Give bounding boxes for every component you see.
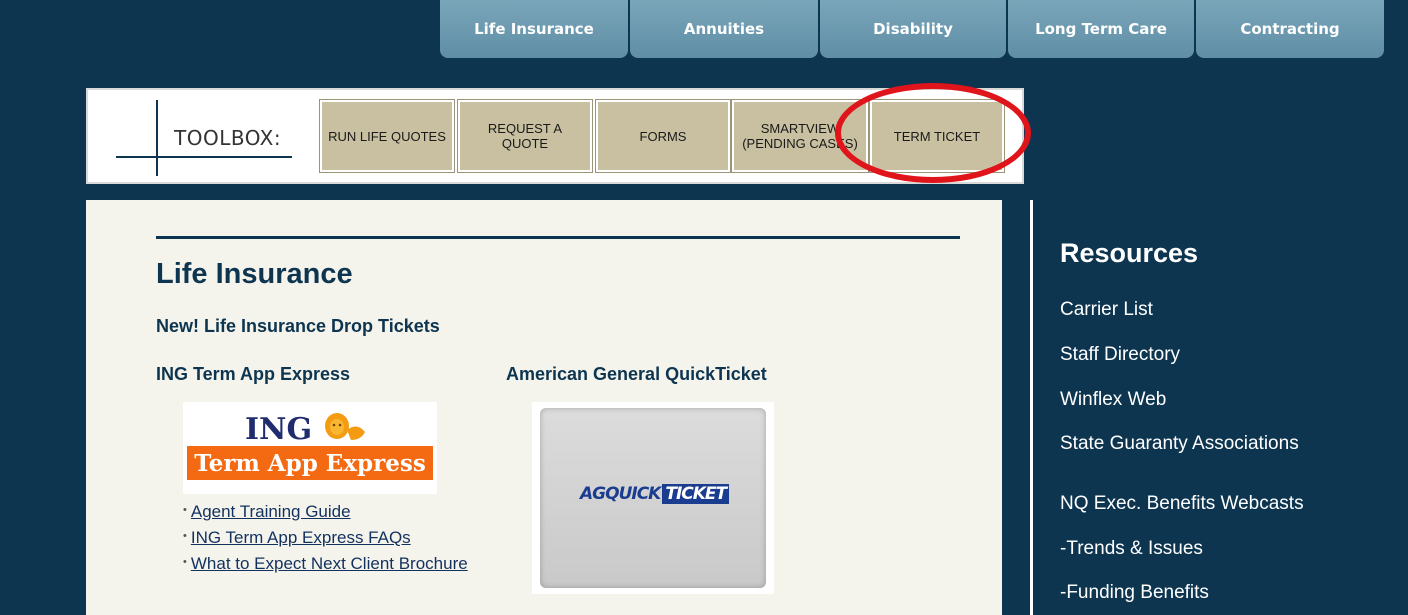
list-item: • What to Expect Next Client Brochure	[183, 550, 473, 576]
resource-winflex-web[interactable]: Winflex Web	[1060, 389, 1166, 411]
tab-disability[interactable]: Disability	[820, 0, 1006, 58]
list-item: • Agent Training Guide	[183, 498, 473, 524]
ag-quickticket-logo[interactable]: AGQUICK TICKET	[532, 402, 774, 594]
term-ticket-button[interactable]: TERM TICKET	[869, 99, 1005, 173]
client-brochure-link[interactable]: What to Expect Next Client Brochure	[191, 554, 468, 573]
bullet-icon: •	[183, 556, 187, 568]
ag-logo-quick: QUICK	[605, 484, 661, 504]
list-item: • ING Term App Express FAQs	[183, 524, 473, 550]
ing-links: • Agent Training Guide • ING Term App Expr…	[183, 498, 473, 576]
ing-logo-bar-text: Term App Express	[194, 450, 426, 477]
run-life-quotes-button[interactable]: RUN LIFE QUOTES	[319, 99, 455, 173]
toolbox-bar: TOOLBOX: RUN LIFE QUOTES REQUEST A QUOTE…	[86, 88, 1024, 184]
resource-state-guaranty[interactable]: State Guaranty Associations	[1060, 433, 1299, 455]
ing-faqs-link[interactable]: ING Term App Express FAQs	[191, 528, 411, 547]
toolbox-label: TOOLBOX:	[174, 126, 282, 150]
ing-term-app-express-logo[interactable]: ING Term App Express	[183, 402, 437, 494]
ag-logo-ag: AG	[580, 484, 606, 504]
agent-training-guide-link[interactable]: Agent Training Guide	[191, 502, 351, 521]
drop-tickets-heading: New! Life Insurance Drop Tickets	[156, 316, 440, 336]
smartview-pending-cases-button[interactable]: SMARTVIEW (PENDING CASES)	[731, 99, 869, 173]
forms-button[interactable]: FORMS	[595, 99, 731, 173]
sidebar-divider	[1030, 200, 1033, 615]
resource-nq-webcasts[interactable]: NQ Exec. Benefits Webcasts	[1060, 493, 1304, 515]
tab-long-term-care[interactable]: Long Term Care	[1008, 0, 1194, 58]
lion-icon	[325, 413, 365, 440]
content-divider	[156, 236, 960, 239]
resource-carrier-list[interactable]: Carrier List	[1060, 299, 1153, 321]
toolbox-crosshair-vertical	[156, 100, 158, 176]
page-title: Life Insurance	[156, 258, 353, 290]
resource-funding-benefits[interactable]: -Funding Benefits	[1060, 582, 1209, 604]
ag-logo-ticket: TICKET	[662, 484, 730, 504]
tab-annuities[interactable]: Annuities	[630, 0, 818, 58]
ag-logo-panel: AGQUICK TICKET	[540, 408, 766, 588]
resource-trends-issues[interactable]: -Trends & Issues	[1060, 538, 1203, 560]
bullet-icon: •	[183, 530, 187, 542]
ing-heading: ING Term App Express	[156, 364, 351, 384]
tab-contracting[interactable]: Contracting	[1196, 0, 1384, 58]
bullet-icon: •	[183, 504, 187, 516]
tab-life-insurance[interactable]: Life Insurance	[440, 0, 628, 58]
main-content: Life Insurance New! Life Insurance Drop …	[86, 200, 1002, 615]
toolbox-crosshair-horizontal	[116, 156, 292, 158]
resources-title: Resources	[1060, 238, 1199, 268]
ing-logo-bar: Term App Express	[187, 446, 433, 480]
ag-heading: American General QuickTicket	[506, 364, 767, 384]
request-a-quote-button[interactable]: REQUEST A QUOTE	[457, 99, 593, 173]
ag-logo-wordmark: AGQUICK TICKET	[580, 484, 730, 504]
ing-logo-word: ING	[245, 412, 313, 447]
resource-staff-directory[interactable]: Staff Directory	[1060, 344, 1180, 366]
